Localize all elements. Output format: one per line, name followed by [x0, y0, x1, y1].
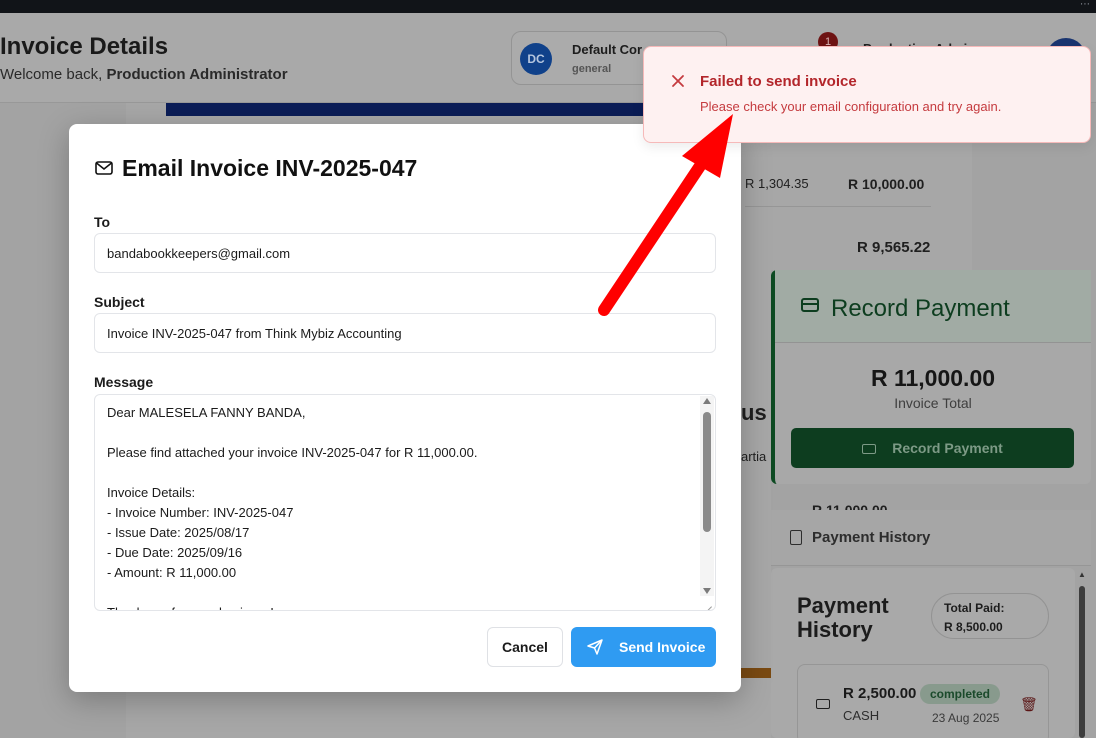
cash-icon [816, 699, 830, 709]
invoice-total-amount: R 11,000.00 [870, 365, 996, 391]
page-title: Invoice Details [0, 33, 169, 60]
tab-label: Payment History [812, 529, 931, 546]
company-type: general [572, 63, 612, 75]
tab-payment-history[interactable]: Payment History [771, 510, 1091, 566]
scrollbar-thumb[interactable] [1079, 586, 1085, 738]
toast-message: Please check your email configuration an… [700, 99, 1002, 114]
payment-date: 23 Aug 2025 [932, 711, 1000, 725]
divider [745, 206, 931, 207]
total-paid-badge: Total Paid: R 8,500.00 [931, 593, 1049, 639]
subject-label: Subject [94, 294, 145, 310]
record-payment-card: Record Payment R 11,000.00 Invoice Total… [771, 270, 1091, 484]
resize-handle-icon[interactable] [701, 596, 714, 609]
email-invoice-modal: Email Invoice INV-2025-047 To Subject Me… [69, 124, 741, 692]
status-partial: artia [741, 449, 767, 464]
company-name: Default Cor [572, 42, 643, 57]
cancel-button[interactable]: Cancel [487, 627, 563, 667]
error-toast: Failed to send invoice Please check your… [643, 46, 1091, 143]
to-label: To [94, 214, 111, 230]
trash-icon[interactable]: 🗑 [1020, 696, 1038, 713]
payment-amount: R 2,500.00 [843, 685, 917, 702]
window-controls-icon: ⋯ [1080, 0, 1090, 10]
payment-history-card: Payment History Total Paid: R 8,500.00 R… [771, 568, 1075, 738]
send-invoice-button[interactable]: Send Invoice [571, 627, 716, 667]
send-icon [587, 639, 603, 655]
mail-icon [95, 161, 113, 175]
record-payment-header: Record Payment [775, 270, 1091, 343]
payment-history-title: Payment History [797, 593, 889, 642]
welcome-text: Welcome back, Production Administrator [0, 66, 288, 83]
list-item: R 2,500.00 CASH completed 23 Aug 2025 🗑 [797, 664, 1049, 738]
company-avatar: DC [520, 43, 552, 75]
welcome-prefix: Welcome back, [0, 66, 103, 83]
record-payment-button-label: Record Payment [892, 440, 1003, 456]
invoice-total-value: R 9,565.22 [857, 239, 931, 256]
welcome-user: Production Administrator [106, 66, 288, 83]
total-paid-value: R 8,500.00 [944, 620, 1003, 634]
modal-title: Email Invoice INV-2025-047 [122, 155, 418, 181]
record-payment-title: Record Payment [831, 295, 1010, 322]
table-cell: R 1,304.35 [745, 176, 809, 191]
subject-field[interactable] [94, 313, 716, 353]
total-paid-label: Total Paid: [944, 601, 1005, 615]
invoice-total-label: Invoice Total [894, 395, 972, 411]
to-field[interactable] [94, 233, 716, 273]
status-heading-partial: us [741, 400, 767, 425]
invoice-header-strip [166, 103, 644, 116]
record-payment-button[interactable]: Record Payment [791, 428, 1074, 468]
message-field[interactable]: Dear MALESELA FANNY BANDA, Please find a… [94, 394, 716, 611]
message-label: Message [94, 374, 154, 390]
progress-bar [740, 668, 772, 678]
credit-card-icon [801, 298, 819, 312]
scroll-down-icon[interactable] [703, 588, 711, 594]
browser-top-bar: ⋯ [0, 0, 1096, 13]
toast-title: Failed to send invoice [700, 73, 857, 90]
credit-card-icon [862, 444, 877, 454]
close-icon[interactable] [671, 74, 685, 88]
scroll-up-icon[interactable] [703, 398, 711, 404]
document-icon [790, 530, 802, 545]
table-cell: R 10,000.00 [848, 176, 925, 192]
send-invoice-label: Send Invoice [619, 639, 706, 655]
message-text: Dear MALESELA FANNY BANDA, Please find a… [107, 405, 478, 610]
scroll-up-icon[interactable]: ▲ [1078, 570, 1086, 579]
page-scrollbar[interactable]: ▲ [1077, 568, 1087, 738]
payment-method: CASH [843, 708, 880, 723]
status-badge: completed [920, 684, 1001, 704]
message-scrollbar[interactable] [700, 396, 714, 596]
scrollbar-thumb[interactable] [703, 412, 711, 532]
